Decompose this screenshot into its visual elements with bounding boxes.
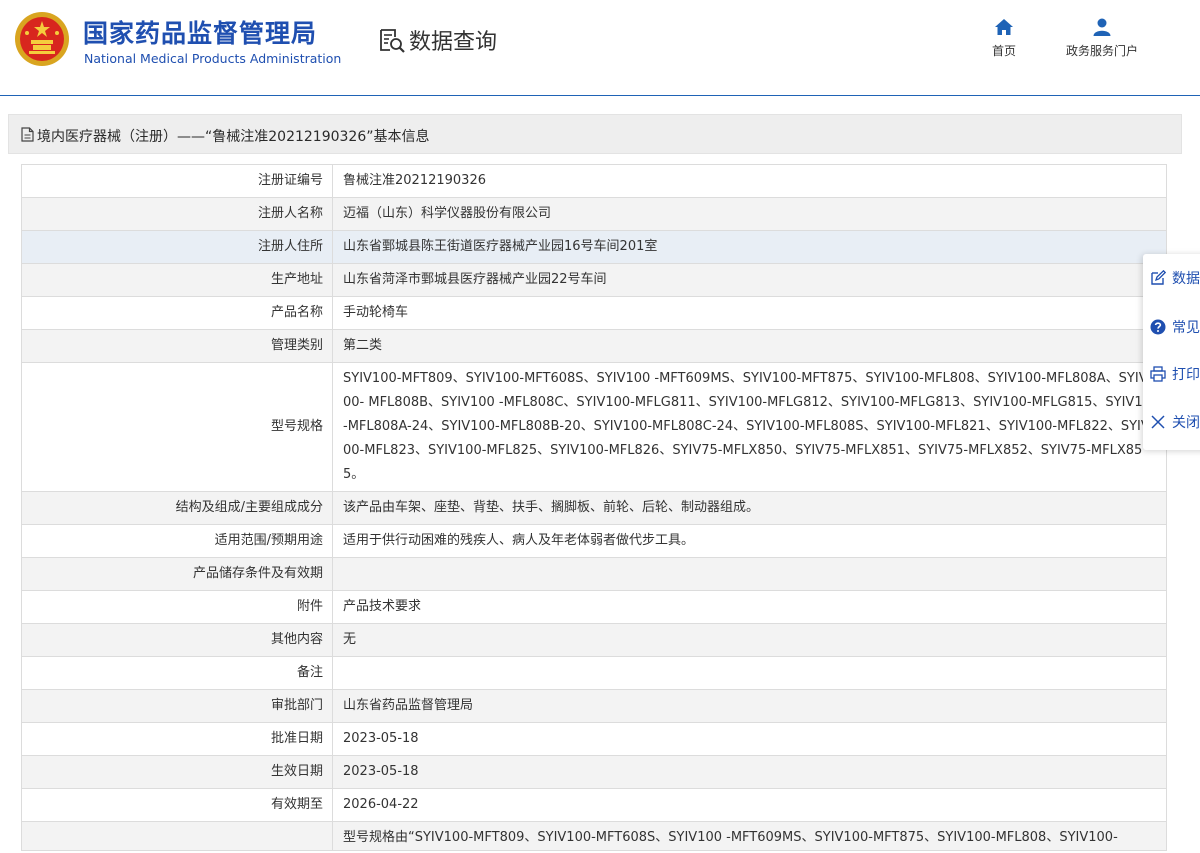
- document-icon: [21, 127, 34, 142]
- row-label: 备注: [21, 656, 333, 690]
- row-value: 第二类: [332, 329, 1167, 363]
- table-row: 附件 产品技术要求: [21, 590, 1167, 624]
- row-value: 该产品由车架、座垫、背垫、扶手、搁脚板、前轮、后轮、制动器组成。: [332, 491, 1167, 525]
- row-label: 适用范围/预期用途: [21, 524, 333, 558]
- nav-home[interactable]: 首页: [984, 18, 1024, 59]
- national-emblem-icon: [15, 12, 69, 66]
- record-title-bar: 境内医疗器械（注册）——“鲁械注准20212190326”基本信息: [8, 114, 1182, 154]
- table-row: 生效日期 2023-05-18: [21, 755, 1167, 789]
- question-circle-icon: [1150, 319, 1166, 335]
- row-value: 迈福（山东）科学仪器股份有限公司: [332, 197, 1167, 231]
- data-feedback-label: 数据: [1172, 271, 1200, 287]
- print-label: 打印: [1172, 367, 1200, 383]
- row-value: 山东省药品监督管理局: [332, 689, 1167, 723]
- row-value: [332, 656, 1167, 690]
- table-row: 备注: [21, 656, 1167, 690]
- row-label: 型号规格: [21, 362, 333, 492]
- row-label: 有效期至: [21, 788, 333, 822]
- table-row: 适用范围/预期用途 适用于供行动困难的残疾人、病人及年老体弱者做代步工具。: [21, 524, 1167, 558]
- nav-home-label: 首页: [991, 44, 1016, 58]
- row-value: 2023-05-18: [332, 755, 1167, 789]
- site-header: 国家药品监督管理局 National Medical Products Admi…: [0, 0, 1200, 96]
- table-row: 有效期至 2026-04-22: [21, 788, 1167, 822]
- table-row: 生产地址 山东省菏泽市鄄城县医疗器械产业园22号车间: [21, 263, 1167, 297]
- row-label: 审批部门: [21, 689, 333, 723]
- record-title: 境内医疗器械（注册）——“鲁械注准20212190326”基本信息: [37, 129, 430, 145]
- user-icon: [1093, 18, 1111, 36]
- row-label: 生产地址: [21, 263, 333, 297]
- row-value: 2026-04-22: [332, 788, 1167, 822]
- edit-icon: [1151, 270, 1166, 285]
- nav-portal-label: 政务服务门户: [1065, 44, 1138, 58]
- nav-service-portal[interactable]: 政务服务门户: [1050, 18, 1154, 59]
- row-value: 手动轮椅车: [332, 296, 1167, 330]
- row-label: 其他内容: [21, 623, 333, 657]
- row-value: 山东省菏泽市鄄城县医疗器械产业园22号车间: [332, 263, 1167, 297]
- row-label: 注册证编号: [21, 164, 333, 198]
- table-row: 结构及组成/主要组成成分 该产品由车架、座垫、背垫、扶手、搁脚板、前轮、后轮、制…: [21, 491, 1167, 525]
- row-value: 鲁械注准20212190326: [332, 164, 1167, 198]
- row-label: 附件: [21, 590, 333, 624]
- close-label: 关闭: [1172, 415, 1200, 431]
- floating-toolbar: 数据 常见 打印 关闭: [1143, 254, 1200, 450]
- faq-button[interactable]: 常见: [1150, 315, 1200, 339]
- table-row: 批准日期 2023-05-18: [21, 722, 1167, 756]
- data-feedback-button[interactable]: 数据: [1150, 266, 1200, 290]
- print-icon: [1150, 366, 1166, 382]
- row-label: 产品名称: [21, 296, 333, 330]
- table-row: 其他内容 无: [21, 623, 1167, 657]
- row-label: 批准日期: [21, 722, 333, 756]
- row-label: 注册人住所: [21, 230, 333, 264]
- device-info-table: 注册证编号 鲁械注准20212190326 注册人名称 迈福（山东）科学仪器股份…: [21, 164, 1167, 851]
- table-row: 注册人住所 山东省鄄城县陈王街道医疗器械产业园16号车间201室: [21, 230, 1167, 264]
- table-row: 型号规格 SYIV100-MFT809、SYIV100-MFT608S、SYIV…: [21, 362, 1167, 492]
- table-row: 管理类别 第二类: [21, 329, 1167, 363]
- document-search-icon: [380, 29, 405, 53]
- row-value: 适用于供行动困难的残疾人、病人及年老体弱者做代步工具。: [332, 524, 1167, 558]
- table-row: 注册证编号 鲁械注准20212190326: [21, 164, 1167, 198]
- data-query-heading: 数据查询: [377, 25, 497, 55]
- row-value: 型号规格由“SYIV100-MFT809、SYIV100-MFT608S、SYI…: [332, 821, 1167, 851]
- table-row: 产品名称 手动轮椅车: [21, 296, 1167, 330]
- brand-name-en: National Medical Products Administration: [84, 51, 342, 66]
- close-button[interactable]: 关闭: [1150, 410, 1200, 434]
- table-row: 审批部门 山东省药品监督管理局: [21, 689, 1167, 723]
- row-label: [21, 821, 333, 851]
- row-label: 产品储存条件及有效期: [21, 557, 333, 591]
- row-value: [332, 557, 1167, 591]
- row-label: 生效日期: [21, 755, 333, 789]
- query-title: 数据查询: [409, 30, 498, 55]
- brand-name-cn: 国家药品监督管理局: [83, 19, 318, 48]
- print-button[interactable]: 打印: [1150, 362, 1200, 386]
- row-value: 产品技术要求: [332, 590, 1167, 624]
- row-label: 注册人名称: [21, 197, 333, 231]
- row-value: 无: [332, 623, 1167, 657]
- table-row: 产品储存条件及有效期: [21, 557, 1167, 591]
- row-label: 结构及组成/主要组成成分: [21, 491, 333, 525]
- home-icon: [995, 19, 1013, 35]
- row-label: 管理类别: [21, 329, 333, 363]
- close-icon: [1151, 415, 1165, 429]
- row-value: 2023-05-18: [332, 722, 1167, 756]
- model-spec-value: SYIV100-MFT809、SYIV100-MFT608S、SYIV100 -…: [332, 362, 1167, 492]
- table-row: 型号规格由“SYIV100-MFT809、SYIV100-MFT608S、SYI…: [21, 821, 1167, 851]
- faq-label: 常见: [1172, 320, 1200, 336]
- table-row: 注册人名称 迈福（山东）科学仪器股份有限公司: [21, 197, 1167, 231]
- row-value: 山东省鄄城县陈王街道医疗器械产业园16号车间201室: [332, 230, 1167, 264]
